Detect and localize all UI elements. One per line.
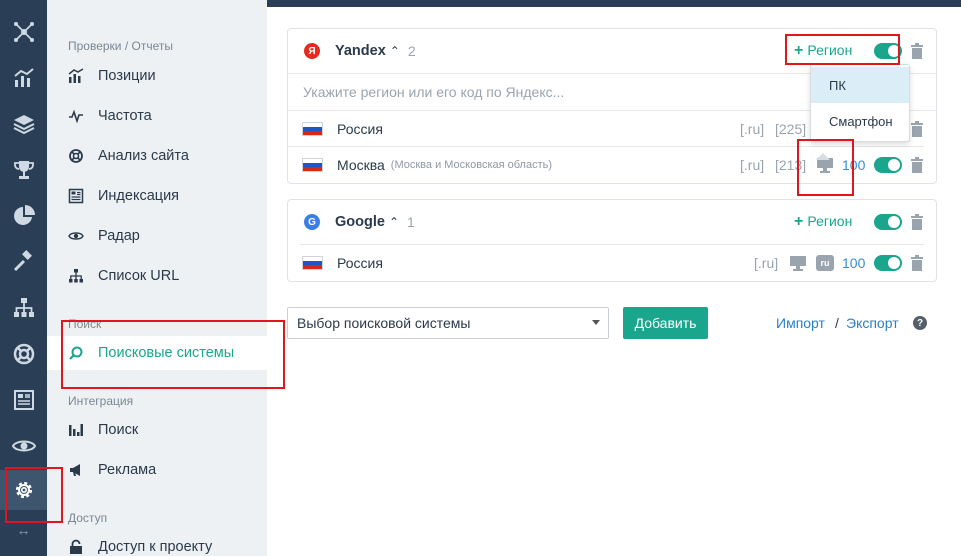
add-region-label: Регион (807, 213, 853, 229)
import-link[interactable]: Импорт (776, 315, 825, 331)
newspaper-icon (67, 187, 85, 205)
newspaper-icon[interactable] (0, 380, 47, 420)
sitemap-icon (67, 267, 85, 285)
lifebuoy-icon[interactable] (0, 334, 47, 374)
menu-item-positions[interactable]: Позиции (47, 59, 267, 93)
menu-item-url-list[interactable]: Список URL (47, 259, 267, 293)
menu-item-site-analysis[interactable]: Анализ сайта (47, 139, 267, 173)
annotation-box-gear (5, 467, 63, 523)
russia-flag-icon (302, 256, 323, 270)
region-name: Россия (337, 255, 383, 271)
trash-icon[interactable] (910, 255, 924, 271)
lifebuoy-icon (67, 147, 85, 165)
region-toggle[interactable] (874, 157, 902, 173)
gavel-icon[interactable] (0, 242, 47, 282)
menu-item-radar[interactable]: Радар (47, 219, 267, 253)
desktop-icon[interactable] (789, 255, 807, 271)
depth-value[interactable]: 100 (842, 255, 865, 271)
plus-icon: + (794, 213, 804, 230)
region-count: 2 (407, 43, 416, 59)
chart-icon[interactable] (0, 58, 47, 98)
help-icon[interactable]: ? (913, 316, 927, 330)
menu-item-indexation[interactable]: Индексация (47, 179, 267, 213)
region-subtitle: (Москва и Московская область) (390, 159, 553, 171)
menu-item-label: Частота (98, 108, 152, 124)
engine-name: Google (335, 214, 385, 230)
russia-flag-icon (302, 158, 323, 172)
export-link[interactable]: Экспорт (846, 315, 899, 331)
region-domain: [.ru] (740, 157, 765, 173)
add-region-link[interactable]: + Регион (794, 213, 852, 231)
chevron-up-icon[interactable]: ⌃ (389, 215, 399, 229)
settings-menu: Проверки / Отчеты Позиции Частота Анализ… (47, 0, 267, 556)
pulse-icon (67, 107, 85, 125)
region-toggle[interactable] (874, 255, 902, 271)
caret-down-icon (592, 320, 600, 325)
trash-icon[interactable] (910, 121, 924, 137)
device-option-pc[interactable]: ПК (811, 67, 909, 103)
annotation-box-menu (61, 320, 285, 389)
menu-item-label: Индексация (98, 188, 180, 204)
network-icon[interactable] (0, 12, 47, 52)
annotation-box-region (785, 34, 900, 65)
trash-icon[interactable] (910, 214, 924, 230)
menu-item-label: Анализ сайта (98, 148, 189, 164)
eye-icon[interactable] (0, 426, 47, 466)
ru-badge: ru (816, 255, 834, 271)
layers-icon[interactable] (0, 104, 47, 144)
engine-name: Yandex (335, 43, 386, 59)
google-panel: G Google ⌃ 1 + Регион Россия [.ru] ru 100 (287, 199, 937, 282)
section-access: Доступ (68, 511, 108, 525)
region-code: [225] (775, 120, 807, 137)
menu-item-project-access[interactable]: Доступ к проекту (47, 530, 267, 556)
region-row: Россия [.ru] ru 100 (288, 245, 936, 281)
engine-toggle[interactable] (874, 214, 902, 230)
menu-item-label: Реклама (98, 462, 157, 478)
yandex-logo-icon: Я (304, 43, 320, 59)
trash-icon[interactable] (910, 157, 924, 173)
search-engine-select[interactable]: Выбор поисковой системы (287, 307, 609, 339)
add-button[interactable]: Добавить (623, 307, 708, 339)
menu-item-label: Поиск (98, 422, 139, 438)
google-header: G Google ⌃ 1 + Регион (288, 200, 936, 244)
top-bar (267, 0, 961, 7)
pie-chart-icon[interactable] (0, 196, 47, 236)
menu-item-frequency[interactable]: Частота (47, 99, 267, 133)
russia-flag-icon (302, 121, 323, 136)
menu-item-label: Радар (98, 228, 140, 244)
menu-item-label: Доступ к проекту (98, 539, 213, 555)
import-export-separator: / (835, 315, 839, 331)
section-reports: Проверки / Отчеты (68, 39, 173, 53)
eye-icon (67, 227, 85, 245)
menu-item-search-integration[interactable]: Поиск (47, 413, 267, 447)
sitemap-icon[interactable] (0, 288, 47, 328)
region-name: Россия (337, 120, 383, 137)
region-domain: [.ru] (754, 255, 779, 271)
menu-item-ads[interactable]: Реклама (47, 453, 267, 487)
lock-icon (67, 538, 85, 556)
menu-item-label: Позиции (98, 68, 156, 84)
select-value: Выбор поисковой системы (297, 315, 471, 331)
section-integration: Интеграция (68, 394, 134, 408)
trash-icon[interactable] (910, 43, 924, 59)
chevron-up-icon[interactable]: ⌃ (390, 44, 400, 58)
device-option-smartphone[interactable]: Смартфон (811, 103, 909, 139)
bar-chart-icon (67, 67, 85, 85)
signal-bars-icon (67, 421, 85, 439)
device-dropdown: ПК Смартфон (810, 64, 910, 142)
trophy-icon[interactable] (0, 150, 47, 190)
megaphone-icon (67, 461, 85, 479)
expand-arrows-icon[interactable]: ↔ (0, 522, 47, 538)
region-count: 1 (407, 214, 415, 230)
region-name: Москва (337, 157, 385, 173)
annotation-box-device (797, 139, 854, 196)
menu-item-label: Список URL (98, 268, 180, 284)
region-domain: [.ru] (740, 120, 765, 137)
google-logo-icon: G (304, 214, 320, 230)
